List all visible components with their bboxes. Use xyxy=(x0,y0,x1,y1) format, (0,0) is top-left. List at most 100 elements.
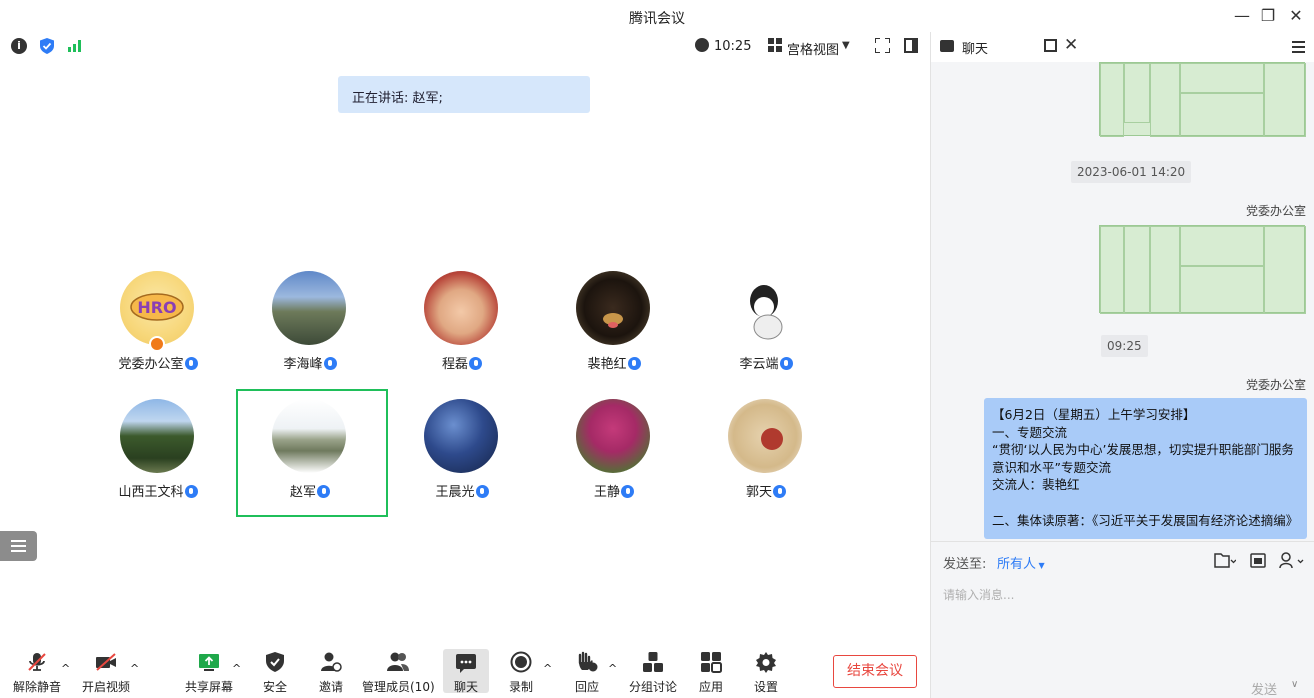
timestamp: 09:25 xyxy=(1101,335,1148,357)
security-button[interactable]: 安全 xyxy=(256,640,294,698)
avatar xyxy=(728,399,802,473)
fullscreen-icon[interactable] xyxy=(875,38,890,53)
participant-name: 王静 xyxy=(593,485,620,500)
screenshot-icon[interactable] xyxy=(1250,552,1266,568)
participant-tile[interactable]: 李海峰 xyxy=(234,271,386,399)
end-meeting-button[interactable]: 结束会议 xyxy=(833,655,917,688)
mic-icon xyxy=(184,485,198,498)
chat-input-area: 发送至: 所有人 ▼ 请输入消息... 发送 ∨ xyxy=(931,541,1314,698)
mute-button[interactable]: 解除静音 xyxy=(10,640,64,698)
video-off-icon xyxy=(96,653,116,671)
title-bar: 腾讯会议 — ❐ ✕ xyxy=(0,0,1314,32)
file-icon[interactable] xyxy=(1214,552,1236,568)
close-window-icon[interactable]: ✕ xyxy=(1286,6,1306,25)
security-shield-icon[interactable] xyxy=(40,38,54,54)
participant-tile[interactable]: 山西王文科 xyxy=(82,399,234,527)
breakout-rooms-button[interactable]: 分组讨论 xyxy=(626,640,680,698)
popout-icon[interactable] xyxy=(1044,39,1057,52)
participant-tile[interactable]: HRO 党委办公室 xyxy=(82,271,234,399)
mic-icon xyxy=(621,485,634,498)
chat-icon xyxy=(456,654,476,673)
menu-icon[interactable] xyxy=(1292,41,1305,56)
avatar xyxy=(120,399,194,473)
chevron-up-icon[interactable]: ^ xyxy=(232,662,241,675)
chevron-down-icon[interactable]: ∨ xyxy=(1291,679,1298,690)
avatar xyxy=(576,271,650,345)
participant-name: 赵军 xyxy=(289,485,316,500)
participant-name: 李海峰 xyxy=(283,357,323,372)
send-button[interactable]: 发送 xyxy=(1251,679,1277,698)
host-icon xyxy=(149,336,165,352)
participant-name: 李云端 xyxy=(739,357,779,372)
chat-button[interactable]: 聊天 xyxy=(443,649,489,694)
mic-icon xyxy=(773,485,786,498)
participant-tile[interactable]: 李云端 xyxy=(690,271,842,399)
participant-list-toggle[interactable] xyxy=(0,531,37,561)
shield-icon xyxy=(266,652,284,672)
mic-icon xyxy=(317,485,330,498)
mention-user-icon[interactable] xyxy=(1279,552,1307,569)
mic-icon xyxy=(469,357,482,370)
message-line: 交流人：裴艳红 xyxy=(992,477,1080,493)
record-button[interactable]: 录制 xyxy=(502,640,540,698)
share-screen-icon xyxy=(199,654,219,671)
sender-name: 党委办公室 xyxy=(1245,204,1306,218)
chat-title: 聊天 xyxy=(962,42,989,57)
avatar: HRO xyxy=(120,271,194,345)
participant-tile[interactable]: 王静 xyxy=(538,399,690,527)
participant-tile[interactable]: 王晨光 xyxy=(386,399,538,527)
participant-name: 山西王文科 xyxy=(118,485,184,500)
participant-name: 王晨光 xyxy=(435,485,475,500)
share-screen-button[interactable]: 共享屏幕 xyxy=(182,640,236,698)
chevron-down-icon[interactable]: ▼ xyxy=(842,40,850,51)
message-line: 二、集体读原著：《习近平关于发展国有经济论述摘编》 xyxy=(992,512,1299,528)
speaking-banner: 正在讲话: 赵军; xyxy=(338,76,590,113)
invite-button[interactable]: 邀请 xyxy=(312,640,350,698)
window-title: 腾讯会议 xyxy=(629,11,685,27)
message-line: 【6月2日（星期五）上午学习安排】 xyxy=(992,407,1196,422)
avatar xyxy=(576,399,650,473)
avatar xyxy=(424,399,498,473)
grid-view-icon[interactable] xyxy=(768,38,782,52)
message-line: 一、专题交流 xyxy=(992,424,1068,440)
view-mode-label[interactable]: 宫格视图 xyxy=(787,39,839,58)
reaction-button[interactable]: 回应 xyxy=(568,640,606,698)
apps-button[interactable]: 应用 xyxy=(692,640,730,698)
participant-tile[interactable]: 程磊 xyxy=(386,271,538,399)
message-input[interactable]: 请输入消息... xyxy=(943,586,1014,603)
chevron-up-icon[interactable]: ^ xyxy=(608,662,617,675)
breakout-icon xyxy=(643,652,663,672)
chevron-up-icon[interactable]: ^ xyxy=(130,662,139,675)
minimize-icon[interactable]: — xyxy=(1232,6,1252,25)
info-icon[interactable]: i xyxy=(11,38,27,54)
manage-members-button[interactable]: 管理成员(10) xyxy=(362,640,435,698)
meeting-time: 10:25 xyxy=(714,39,752,54)
avatar xyxy=(272,271,346,345)
mic-icon xyxy=(779,357,793,370)
participant-name: 程磊 xyxy=(441,357,468,372)
apps-icon xyxy=(701,652,722,673)
signal-icon[interactable] xyxy=(68,38,84,52)
chevron-up-icon[interactable]: ^ xyxy=(61,662,70,675)
message-line: “贯彻‘以人民为中心’发展思想，切实提升职能部门服务意识和水平”专题交流 xyxy=(992,442,1294,475)
chat-image-message[interactable] xyxy=(1099,225,1306,314)
restore-icon[interactable]: ❐ xyxy=(1258,6,1278,25)
send-to-select[interactable]: 所有人 ▼ xyxy=(997,553,1045,572)
sidebar-toggle-icon[interactable] xyxy=(904,38,918,53)
settings-button[interactable]: 设置 xyxy=(747,640,785,698)
participant-tile[interactable]: 裴艳红 xyxy=(538,271,690,399)
sender-name: 党委办公室 xyxy=(1245,378,1306,392)
mic-icon xyxy=(627,357,641,370)
participant-tile[interactable]: 郭天 xyxy=(690,399,842,527)
gear-icon xyxy=(756,652,776,673)
add-user-icon xyxy=(321,652,342,672)
chat-image-message[interactable] xyxy=(1099,62,1306,137)
participant-tile[interactable]: 赵军 xyxy=(234,399,386,527)
close-icon[interactable]: ✕ xyxy=(1064,35,1078,55)
start-video-button[interactable]: 开启视频 xyxy=(78,640,134,698)
mic-icon xyxy=(475,485,489,498)
chat-text-message[interactable]: 【6月2日（星期五）上午学习安排】 一、专题交流 “贯彻‘以人民为中心’发展思想… xyxy=(984,398,1307,539)
send-to-label: 发送至: xyxy=(943,557,987,572)
chevron-up-icon[interactable]: ^ xyxy=(543,662,552,675)
meeting-topbar: i 10:25 宫格视图 ▼ xyxy=(0,32,930,62)
